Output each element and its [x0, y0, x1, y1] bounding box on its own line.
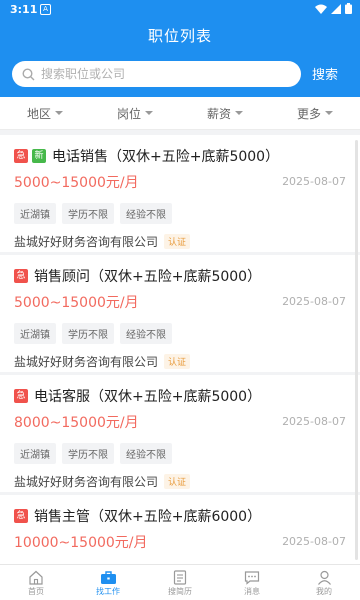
company-row: 盐城好好财务咨询有限公司 认证 — [14, 233, 346, 250]
company-name: 盐城好好财务咨询有限公司 — [14, 355, 159, 369]
filter-label: 更多 — [296, 106, 321, 121]
job-date: 2025-08-07 — [282, 535, 346, 548]
job-title-row: 急 新 电话销售（双休+五险+底薪5000） — [14, 145, 346, 167]
job-card[interactable]: 急 销售主管（双休+五险+底薪6000） 10000~15000元/月 2025… — [0, 495, 360, 564]
status-time: 3:11 — [10, 3, 38, 16]
briefcase-icon — [100, 571, 116, 584]
document-icon — [173, 570, 187, 585]
filter-position[interactable]: 岗位 — [90, 97, 180, 129]
urgent-badge: 急 — [14, 509, 28, 523]
filter-salary[interactable]: 薪资 — [180, 97, 270, 129]
battery-icon — [345, 3, 352, 14]
bottom-tab-bar: 首页 找工作 搜简历 消息 我的 — [0, 564, 360, 600]
status-bar: 3:11 A — [0, 0, 360, 20]
tag-location: 近湖镇 — [14, 323, 56, 344]
tag-education: 学历不限 — [62, 443, 114, 464]
job-title: 电话销售（双休+五险+底薪5000） — [52, 149, 280, 165]
home-icon — [29, 570, 43, 585]
search-icon — [22, 67, 35, 80]
job-salary: 5000~15000元/月 — [14, 295, 139, 311]
company-row: 盐城好好财务咨询有限公司 认证 — [14, 353, 346, 370]
job-card[interactable]: 急 新 电话销售（双休+五险+底薪5000） 5000~15000元/月 202… — [0, 135, 360, 252]
chat-icon — [244, 571, 260, 585]
tab-label: 找工作 — [96, 587, 120, 596]
search-box[interactable] — [12, 61, 301, 87]
app-header: 3:11 A 职位列表 搜索 — [0, 0, 360, 97]
tag-location: 近湖镇 — [14, 203, 56, 224]
new-badge: 新 — [32, 149, 46, 163]
caret-down-icon — [55, 111, 63, 115]
notification-icon: A — [40, 4, 51, 15]
job-salary: 10000~15000元/月 — [14, 535, 148, 551]
caret-down-icon — [325, 111, 333, 115]
page-title: 职位列表 — [147, 27, 212, 45]
job-tags: 近湖镇 学历不限 经验不限 — [14, 323, 346, 344]
scrollbar[interactable] — [355, 140, 358, 560]
job-date: 2025-08-07 — [282, 175, 346, 188]
job-title-row: 急 销售主管（双休+五险+底薪6000） — [14, 505, 346, 527]
company-name: 盐城好好财务咨询有限公司 — [14, 235, 159, 249]
job-salary: 5000~15000元/月 — [14, 175, 139, 191]
tag-location: 近湖镇 — [14, 443, 56, 464]
job-list: 急 新 电话销售（双休+五险+底薪5000） 5000~15000元/月 202… — [0, 133, 360, 564]
tab-search-resume[interactable]: 搜简历 — [144, 565, 216, 600]
urgent-badge: 急 — [14, 269, 28, 283]
search-input[interactable] — [41, 67, 281, 81]
filter-region[interactable]: 地区 — [0, 97, 90, 129]
tab-label: 搜简历 — [168, 587, 192, 596]
tag-experience: 经验不限 — [120, 443, 172, 464]
filter-more[interactable]: 更多 — [270, 97, 360, 129]
filter-label: 岗位 — [116, 106, 141, 121]
verified-badge: 认证 — [164, 354, 191, 369]
tab-messages[interactable]: 消息 — [216, 565, 288, 600]
company-name: 盐城好好财务咨询有限公司 — [14, 475, 159, 489]
search-button[interactable]: 搜索 — [312, 64, 338, 83]
urgent-badge: 急 — [14, 389, 28, 403]
filter-label: 薪资 — [206, 106, 231, 121]
signal-icon — [331, 3, 341, 14]
tag-education: 学历不限 — [62, 323, 114, 344]
tab-mine[interactable]: 我的 — [288, 565, 360, 600]
salary-row: 8000~15000元/月 2025-08-07 — [14, 411, 346, 435]
wifi-icon — [315, 4, 327, 14]
job-title-row: 急 电话客服（双休+五险+底薪5000） — [14, 385, 346, 407]
job-title: 销售顾问（双休+五险+底薪5000） — [34, 269, 262, 285]
tag-experience: 经验不限 — [120, 203, 172, 224]
tab-home[interactable]: 首页 — [0, 565, 72, 600]
salary-row: 5000~15000元/月 2025-08-07 — [14, 171, 346, 195]
job-card[interactable]: 急 电话客服（双休+五险+底薪5000） 8000~15000元/月 2025-… — [0, 375, 360, 492]
tab-find-job[interactable]: 找工作 — [72, 565, 144, 600]
tag-education: 学历不限 — [62, 203, 114, 224]
urgent-badge: 急 — [14, 149, 28, 163]
job-date: 2025-08-07 — [282, 415, 346, 428]
tab-label: 消息 — [244, 587, 260, 596]
tab-label: 我的 — [316, 587, 332, 596]
verified-badge: 认证 — [164, 474, 191, 489]
job-tags: 近湖镇 学历不限 经验不限 — [14, 203, 346, 224]
salary-row: 10000~15000元/月 2025-08-07 — [14, 531, 346, 555]
job-title: 销售主管（双休+五险+底薪6000） — [34, 509, 262, 525]
verified-badge: 认证 — [164, 234, 191, 249]
job-title-row: 急 销售顾问（双休+五险+底薪5000） — [14, 265, 346, 287]
tag-experience: 经验不限 — [120, 323, 172, 344]
filter-label: 地区 — [26, 106, 51, 121]
caret-down-icon — [145, 111, 153, 115]
company-row: 盐城好好财务咨询有限公司 认证 — [14, 473, 346, 490]
job-date: 2025-08-07 — [282, 295, 346, 308]
job-salary: 8000~15000元/月 — [14, 415, 139, 431]
user-icon — [317, 570, 331, 585]
job-tags: 近湖镇 学历不限 经验不限 — [14, 443, 346, 464]
salary-row: 5000~15000元/月 2025-08-07 — [14, 291, 346, 315]
job-card[interactable]: 急 销售顾问（双休+五险+底薪5000） 5000~15000元/月 2025-… — [0, 255, 360, 372]
tab-label: 首页 — [28, 587, 44, 596]
status-indicators — [315, 3, 352, 14]
job-title: 电话客服（双休+五险+底薪5000） — [34, 389, 262, 405]
caret-down-icon — [235, 111, 243, 115]
filter-bar: 地区 岗位 薪资 更多 — [0, 97, 360, 130]
